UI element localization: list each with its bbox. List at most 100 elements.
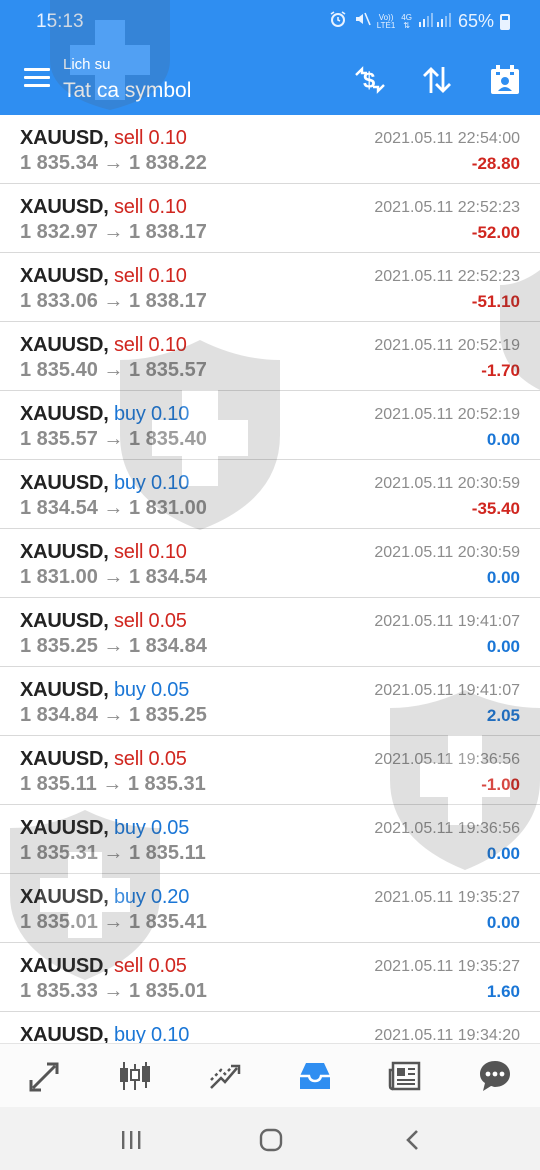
trade-type: sell 0.10 <box>113 265 187 287</box>
open-price: 1 832.97 <box>20 221 98 243</box>
trade-profit: 0.00 <box>486 913 520 932</box>
open-price: 1 835.11 <box>20 773 97 795</box>
trade-symbol-line: XAUUSD, sell 0.10 <box>20 265 187 288</box>
close-price: 1 835.01 <box>128 980 207 1002</box>
trade-time: 2021.05.11 20:52:19 <box>374 406 520 423</box>
trade-prices: 1 835.11 → 1 835.31 <box>20 773 206 796</box>
trade-prices: 1 834.54 → 1 831.00 <box>20 497 207 520</box>
trade-type: sell 0.10 <box>113 334 187 356</box>
history-icon[interactable] <box>270 1044 360 1107</box>
trade-history-list[interactable]: XAUUSD, sell 0.10 1 835.34 → 1 838.22 2021… <box>0 115 540 1043</box>
trade-profit: 1.60 <box>486 982 520 1001</box>
chart-icon[interactable] <box>90 1044 180 1107</box>
trade-profit: -52.00 <box>471 223 520 242</box>
calendar-icon[interactable] <box>485 60 525 100</box>
trade-icon[interactable] <box>180 1044 270 1107</box>
close-price: 1 835.57 <box>128 359 207 381</box>
close-price: 1 834.54 <box>128 566 207 588</box>
chat-icon[interactable] <box>450 1044 540 1107</box>
close-price: 1 838.17 <box>128 290 207 312</box>
trade-type: buy 0.20 <box>113 886 190 908</box>
trade-prices: 1 831.00 → 1 834.54 <box>20 566 207 589</box>
trade-type: sell 0.05 <box>113 610 187 632</box>
trade-symbol: XAUUSD, <box>20 1024 109 1043</box>
trade-row[interactable]: XAUUSD, sell 0.10 1 835.34 → 1 838.22 2021… <box>0 115 540 184</box>
header-title[interactable]: Tat ca symbol <box>63 79 191 103</box>
trade-time: 2021.05.11 22:52:23 <box>374 268 520 285</box>
arrow-icon: → <box>103 221 124 243</box>
trade-profit: -51.10 <box>471 292 520 311</box>
trade-row[interactable]: XAUUSD, buy 0.10 2021.05.11 19:34:20 <box>0 1012 540 1043</box>
news-icon[interactable] <box>360 1044 450 1107</box>
back-icon[interactable] <box>393 1125 433 1155</box>
sort-icon[interactable] <box>417 60 457 100</box>
trade-prices: 1 835.34 → 1 838.22 <box>20 152 207 175</box>
trade-type: sell 0.10 <box>113 196 187 218</box>
home-icon[interactable] <box>251 1125 291 1155</box>
arrow-icon: → <box>103 359 124 381</box>
trade-type: buy 0.10 <box>113 472 190 494</box>
close-price: 1 838.22 <box>128 152 207 174</box>
close-price: 1 835.25 <box>128 704 207 726</box>
trade-row[interactable]: XAUUSD, buy 0.05 1 834.84 → 1 835.25 2021.… <box>0 667 540 736</box>
battery-icon <box>500 13 510 30</box>
trade-profit: -28.80 <box>471 154 520 173</box>
menu-icon-line <box>24 76 50 79</box>
trade-time: 2021.05.11 19:34:20 <box>374 1027 520 1043</box>
trade-row[interactable]: XAUUSD, buy 0.10 1 834.54 → 1 831.00 2021.… <box>0 460 540 529</box>
recent-apps-icon[interactable] <box>111 1125 151 1155</box>
network-label: 4G ⇅ <box>401 12 412 30</box>
battery-percent: 65% <box>457 11 494 31</box>
trade-symbol-line: XAUUSD, sell 0.05 <box>20 748 187 771</box>
trade-profit: -35.40 <box>471 499 520 518</box>
arrow-icon: → <box>103 290 124 312</box>
close-price: 1 835.11 <box>128 842 206 864</box>
trade-symbol-line: XAUUSD, buy 0.10 <box>20 1024 189 1043</box>
status-icons: Vo)) LTE1 4G ⇅ 65% <box>329 10 510 33</box>
trade-prices: 1 835.57 → 1 835.40 <box>20 428 207 451</box>
trade-row[interactable]: XAUUSD, sell 0.10 1 831.00 → 1 834.54 2021… <box>0 529 540 598</box>
trade-prices: 1 832.97 → 1 838.17 <box>20 221 207 244</box>
currency-sort-icon[interactable]: $ <box>350 60 390 100</box>
trade-row[interactable]: XAUUSD, buy 0.05 1 835.31 → 1 835.11 2021.… <box>0 805 540 874</box>
trade-time: 2021.05.11 19:35:27 <box>374 958 520 975</box>
menu-icon-line <box>24 68 50 71</box>
trade-row[interactable]: XAUUSD, sell 0.10 1 835.40 → 1 835.57 2021… <box>0 322 540 391</box>
trade-time: 2021.05.11 20:30:59 <box>374 544 520 561</box>
open-price: 1 831.00 <box>20 566 98 588</box>
trade-profit: 0.00 <box>486 568 520 587</box>
trade-time: 2021.05.11 22:54:00 <box>374 130 520 147</box>
quotes-icon[interactable] <box>0 1044 90 1107</box>
trade-time: 2021.05.11 20:52:19 <box>374 337 520 354</box>
trade-row[interactable]: XAUUSD, sell 0.05 1 835.25 → 1 834.84 2021… <box>0 598 540 667</box>
header-subtitle: Lich su <box>63 56 111 73</box>
open-price: 1 835.34 <box>20 152 98 174</box>
arrow-icon: → <box>103 635 124 657</box>
trade-symbol-line: XAUUSD, sell 0.10 <box>20 334 187 357</box>
trade-profit: 0.00 <box>486 844 520 863</box>
trade-row[interactable]: XAUUSD, sell 0.10 1 832.97 → 1 838.17 2021… <box>0 184 540 253</box>
trade-type: buy 0.10 <box>113 1024 190 1043</box>
carrier-label: Vo)) LTE1 <box>377 13 396 30</box>
system-navigation-bar <box>0 1107 540 1170</box>
trade-symbol-line: XAUUSD, buy 0.20 <box>20 886 189 909</box>
trade-prices: 1 835.31 → 1 835.11 <box>20 842 206 865</box>
trade-type: buy 0.05 <box>113 679 190 701</box>
trade-row[interactable]: XAUUSD, buy 0.10 1 835.57 → 1 835.40 2021.… <box>0 391 540 460</box>
trade-row[interactable]: XAUUSD, sell 0.10 1 833.06 → 1 838.17 2021… <box>0 253 540 322</box>
close-price: 1 835.31 <box>127 773 206 795</box>
arrow-icon: → <box>103 497 124 519</box>
trade-symbol: XAUUSD, <box>20 748 109 770</box>
trade-symbol: XAUUSD, <box>20 955 109 977</box>
trade-prices: 1 835.01 → 1 835.41 <box>20 911 207 934</box>
arrow-icon: → <box>103 911 124 933</box>
trade-row[interactable]: XAUUSD, buy 0.20 1 835.01 → 1 835.41 2021.… <box>0 874 540 943</box>
status-bar: 15:13 Vo)) LTE1 4G ⇅ 65% <box>0 0 540 44</box>
arrow-icon: → <box>103 152 124 174</box>
trade-profit: -1.70 <box>481 361 520 380</box>
trade-row[interactable]: XAUUSD, sell 0.05 1 835.33 → 1 835.01 2021… <box>0 943 540 1012</box>
trade-row[interactable]: XAUUSD, sell 0.05 1 835.11 → 1 835.31 2021… <box>0 736 540 805</box>
trade-type: buy 0.10 <box>113 403 190 425</box>
menu-button[interactable] <box>24 68 50 88</box>
trade-symbol-line: XAUUSD, buy 0.05 <box>20 679 189 702</box>
